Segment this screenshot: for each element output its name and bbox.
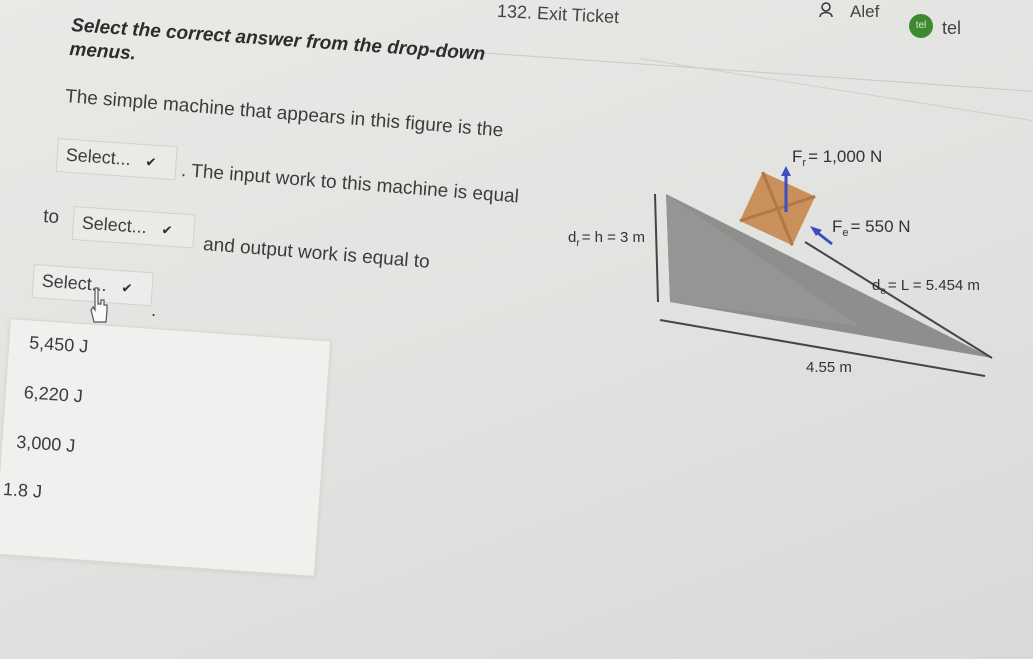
machine-select[interactable]: Select... ✔ (55, 138, 178, 181)
question-text-1: The simple machine that appears in this … (64, 86, 504, 142)
hand-cursor-icon (90, 287, 108, 323)
height-arrow (654, 193, 659, 303)
inclined-plane-figure: Fr = 1,000 N Fe = 550 N dr = h = 3 m de = L … (568, 147, 993, 377)
option-item[interactable]: 6,220 J (23, 382, 83, 407)
avatar[interactable]: tel (909, 14, 933, 38)
input-work-select[interactable]: Select... ✔ (71, 206, 196, 249)
svg-text:Fr= 1,000 N: Fr = 1,000 N (792, 147, 882, 169)
machine-select-value: Select... (65, 144, 132, 170)
dropdown-options-list: 5,450 J 6,220 J 3,000 J 1.8 J (0, 318, 332, 577)
chevron-down-icon: ✔ (145, 154, 158, 170)
instructions-text: Select the correct answer from the drop-… (68, 14, 486, 65)
chevron-down-icon: ✔ (121, 280, 134, 296)
fr-label: Fr = 1,000 N (792, 147, 882, 169)
page-divider-secondary (639, 58, 1033, 125)
chevron-down-icon: ✔ (161, 222, 174, 238)
question-text-3: and output work is equal to (202, 234, 431, 273)
svg-text:dr= h = 3 m: dr = h = 3 m (568, 229, 645, 249)
input-work-select-value: Select... (81, 212, 148, 238)
svg-text:Fe= 550 N: Fe = 550 N (832, 217, 911, 239)
base-length-label: 4.55 m (806, 359, 852, 376)
dr-label: dr = h = 3 m (568, 229, 645, 249)
option-item[interactable]: 1.8 J (2, 479, 42, 503)
option-item[interactable]: 3,000 J (16, 432, 76, 457)
option-item[interactable]: 5,450 J (29, 332, 89, 357)
user-icon (819, 2, 833, 18)
user-name[interactable]: Alef (850, 2, 879, 22)
question-text-2: . The input work to this machine is equa… (180, 160, 520, 208)
resistance-arrowhead (781, 166, 791, 176)
question-text-to: to (42, 206, 60, 229)
avatar-label: tel (942, 18, 962, 38)
crate (739, 171, 816, 246)
question-end: . (151, 300, 157, 320)
page-title: 132. Exit Ticket (496, 0, 620, 28)
fe-label: Fe = 550 N (832, 217, 911, 239)
